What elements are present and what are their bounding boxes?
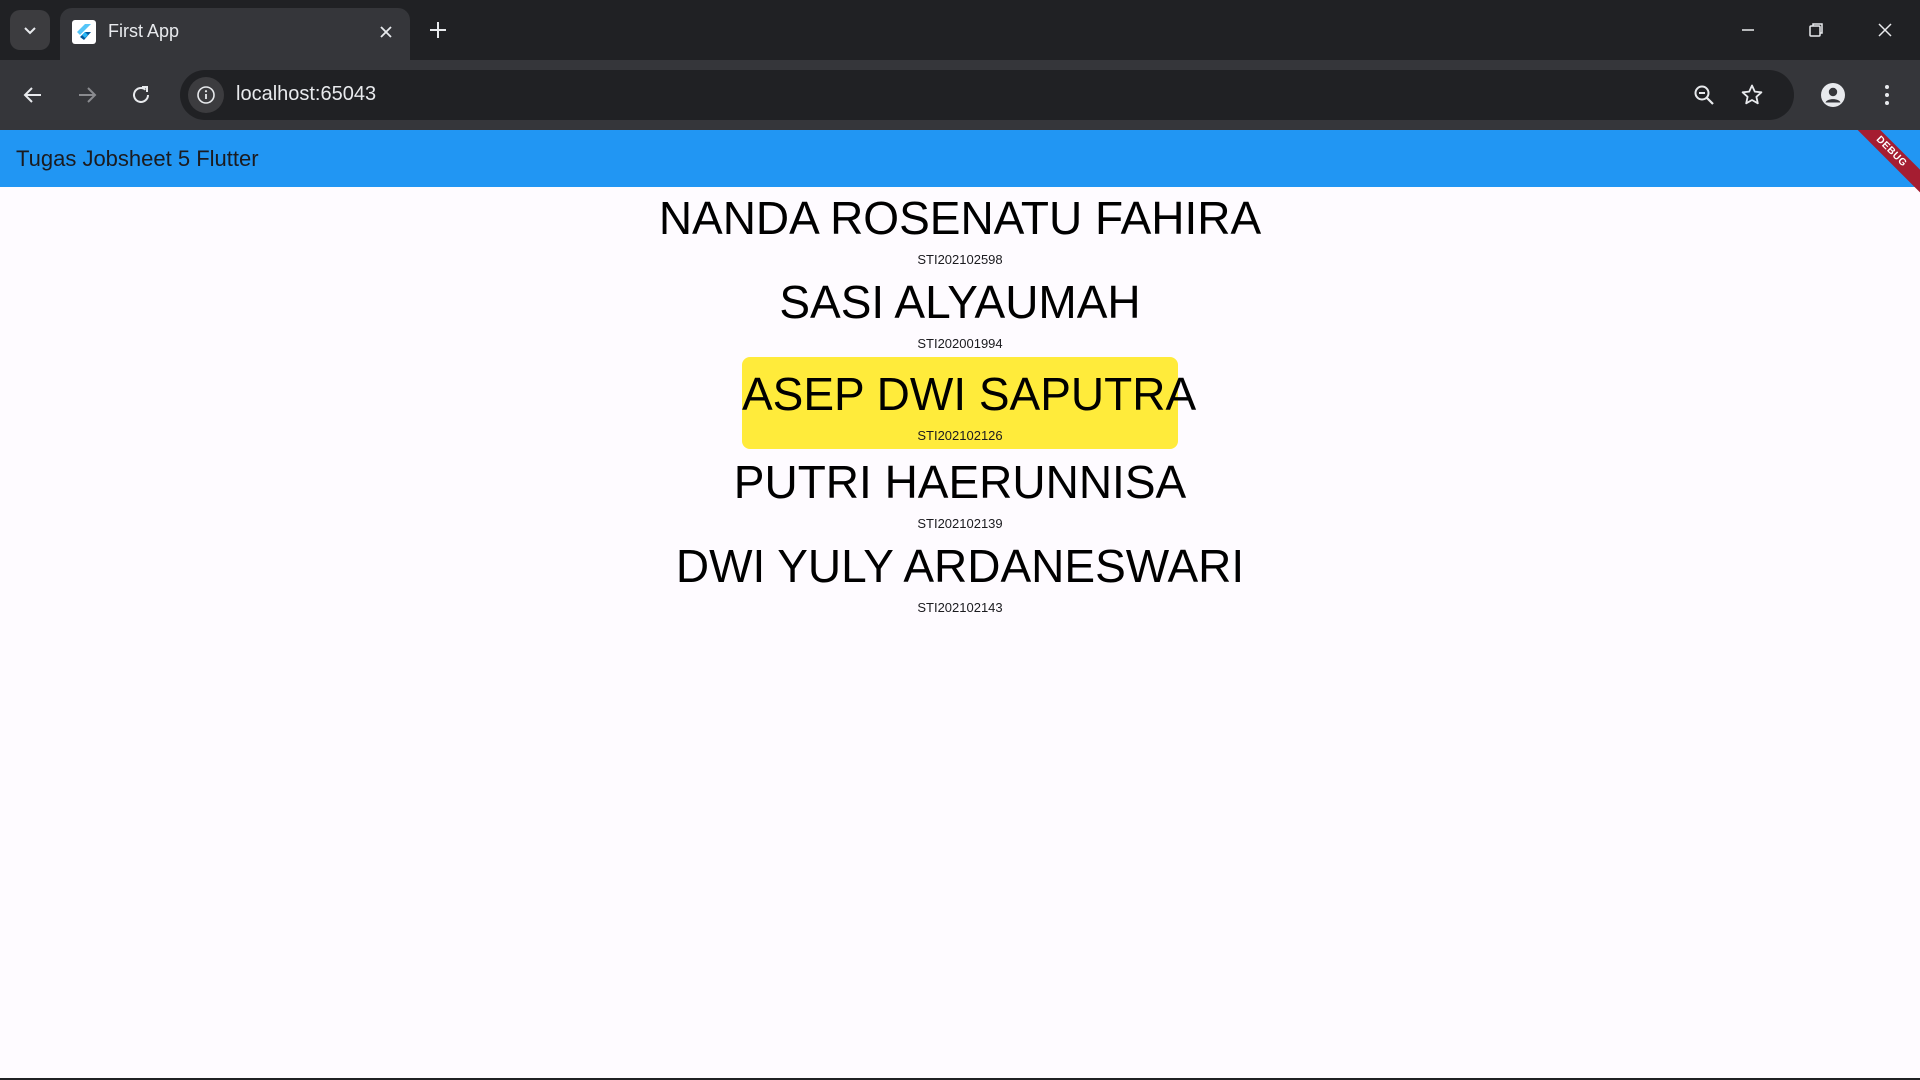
app-page: Tugas Jobsheet 5 Flutter DEBUG NANDA ROS… — [0, 130, 1920, 1078]
flutter-icon — [72, 20, 96, 44]
list-item: NANDA ROSENATU FAHIRA STI202102598 — [0, 187, 1920, 271]
url-text: localhost:65043 — [236, 83, 377, 105]
forward-button[interactable] — [66, 74, 108, 116]
highlighted-list-item: ASEP DWI SAPUTRA STI202102126 — [742, 357, 1197, 449]
address-bar[interactable]: localhost:65043 — [180, 70, 1794, 120]
student-name: SASI ALYAUMAH — [779, 276, 1141, 328]
reload-icon — [133, 86, 149, 103]
zoom-button[interactable] — [1684, 75, 1724, 115]
list-item: SASI ALYAUMAH STI202001994 — [0, 271, 1920, 355]
person-icon — [1821, 83, 1845, 107]
app-bar: Tugas Jobsheet 5 Flutter DEBUG — [0, 130, 1920, 204]
restore-button[interactable] — [1793, 8, 1839, 52]
student-id: STI202102598 — [917, 252, 1003, 267]
student-id: STI202102126 — [917, 428, 1003, 443]
info-icon — [197, 86, 215, 104]
close-icon — [1878, 23, 1892, 37]
student-name: ASEP DWI SAPUTRA — [742, 368, 1197, 420]
student-name: DWI YULY ARDANESWARI — [675, 540, 1245, 592]
list-item: DWI YULY ARDANESWARI STI202102143 — [0, 535, 1920, 619]
student-name: PUTRI HAERUNNISA — [733, 456, 1187, 508]
profile-button[interactable] — [1812, 74, 1854, 116]
minimize-icon — [1742, 29, 1754, 31]
reload-button[interactable] — [120, 74, 162, 116]
zoom-out-icon — [1694, 85, 1714, 105]
browser-tab[interactable]: First App — [60, 8, 410, 60]
browser-menu-button[interactable] — [1866, 74, 1908, 116]
list-item: PUTRI HAERUNNISA STI202102139 — [0, 451, 1920, 535]
kebab-menu-icon — [1885, 85, 1889, 105]
tab-title: First App — [108, 21, 180, 41]
tab-search-button[interactable] — [10, 10, 50, 50]
chevron-down-icon — [24, 27, 36, 35]
student-id: STI202001994 — [917, 336, 1003, 351]
back-button[interactable] — [12, 74, 54, 116]
star-icon — [1741, 84, 1763, 105]
plus-icon — [430, 22, 446, 38]
close-window-button[interactable] — [1862, 8, 1908, 52]
app-title: Tugas Jobsheet 5 Flutter — [16, 146, 259, 171]
site-info-button[interactable] — [188, 77, 224, 113]
close-icon — [380, 26, 392, 38]
restore-icon — [1809, 23, 1823, 37]
browser-toolbar: localhost:65043 — [0, 60, 1920, 130]
tab-close-button[interactable] — [372, 18, 400, 46]
student-name: NANDA ROSENATU FAHIRA — [658, 192, 1262, 244]
new-tab-button[interactable] — [422, 10, 454, 50]
arrow-right-icon — [79, 87, 97, 103]
student-list: NANDA ROSENATU FAHIRA STI202102598 SASI … — [0, 187, 1920, 619]
student-id: STI202102143 — [917, 600, 1003, 615]
minimize-button[interactable] — [1725, 8, 1771, 52]
bookmark-button[interactable] — [1732, 75, 1772, 115]
tab-strip: First App — [0, 0, 1920, 60]
arrow-left-icon — [23, 87, 41, 103]
student-id: STI202102139 — [917, 516, 1003, 531]
